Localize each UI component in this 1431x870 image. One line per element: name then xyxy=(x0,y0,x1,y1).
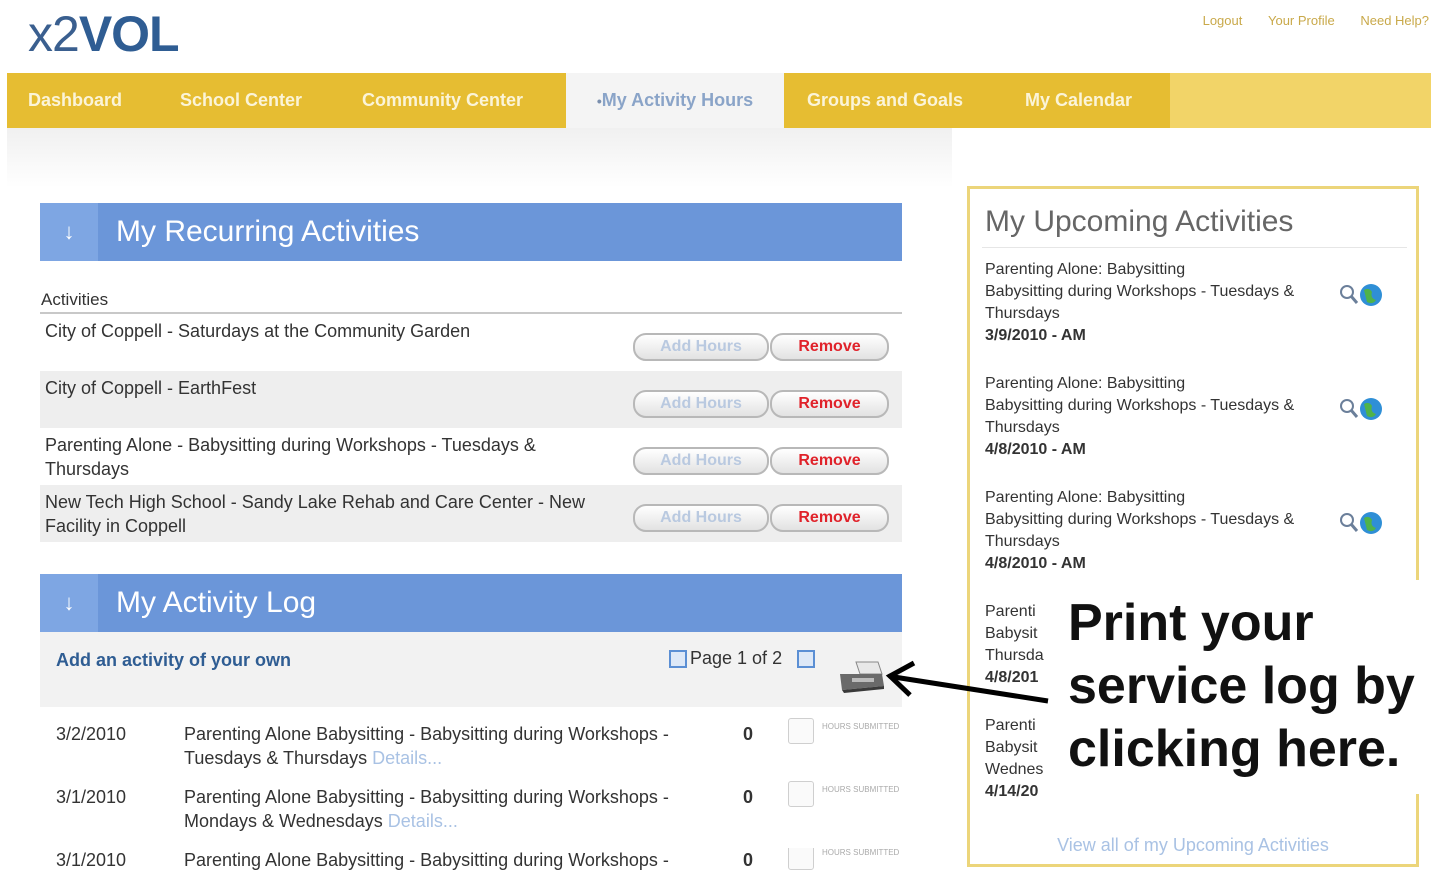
recurring-row: City of Coppell - EarthFest Add Hours Re… xyxy=(40,371,902,428)
callout-line: service log by xyxy=(1068,657,1415,715)
hours-submitted-label: HOURS SUBMITTED xyxy=(822,785,900,794)
hours-submitted-label: HOURS SUBMITTED xyxy=(822,848,900,857)
recurring-row: City of Coppell - Saturdays at the Commu… xyxy=(40,314,902,371)
callout-line: clicking here. xyxy=(1068,720,1401,778)
log-hours: 0 xyxy=(743,850,754,870)
top-links: Logout Your Profile Need Help? xyxy=(1181,13,1429,28)
add-hours-button[interactable]: Add Hours xyxy=(633,447,769,475)
details-link[interactable]: Details... xyxy=(388,811,458,831)
recurring-row: Parenting Alone - Babysitting during Wor… xyxy=(40,428,902,485)
nav-active-label: My Activity Hours xyxy=(601,90,754,110)
upcoming-org: Parenting Alone: Babysitting xyxy=(985,489,1186,506)
log-row: 3/1/2010 Parenting Alone Babysitting - B… xyxy=(40,781,902,848)
log-date: 3/2/2010 xyxy=(56,724,127,744)
upcoming-date: 4/8/2010 - AM xyxy=(985,441,1086,458)
need-help-link[interactable]: Need Help? xyxy=(1360,13,1429,28)
hours-submitted-checkbox[interactable] xyxy=(788,848,814,870)
upcoming-date: 3/9/2010 - AM xyxy=(985,327,1086,344)
next-page-icon[interactable] xyxy=(797,650,815,668)
log-row: 3/2/2010 Parenting Alone Babysitting - B… xyxy=(40,718,902,785)
remove-button[interactable]: Remove xyxy=(770,504,889,532)
recurring-header: ↓ My Recurring Activities xyxy=(40,203,902,261)
nav-filler xyxy=(1170,73,1431,128)
remove-button[interactable]: Remove xyxy=(770,390,889,418)
prev-page-icon[interactable] xyxy=(669,650,687,668)
add-own-activity-link[interactable]: Add an activity of your own xyxy=(56,650,291,671)
hours-submitted-checkbox[interactable] xyxy=(788,718,814,744)
page-indicator: Page 1 of 2 xyxy=(690,648,783,668)
activity-log-toolbar: Add an activity of your own Page 1 of 2 xyxy=(40,632,902,707)
add-hours-button[interactable]: Add Hours xyxy=(633,504,769,532)
log-description: Parenting Alone Babysitting - Babysittin… xyxy=(184,785,724,833)
hours-submitted-checkbox[interactable] xyxy=(788,781,814,807)
view-all-upcoming-link[interactable]: View all of my Upcoming Activities xyxy=(967,835,1419,856)
activity-icons xyxy=(1337,281,1385,309)
log-date: 3/1/2010 xyxy=(56,850,127,870)
log-row: 3/1/2010 Parenting Alone Babysitting - B… xyxy=(40,848,902,870)
activity-log-header: ↓ My Activity Log xyxy=(40,574,902,632)
log-description-text: Parenting Alone Babysitting - Babysittin… xyxy=(184,850,669,870)
logout-link[interactable]: Logout xyxy=(1203,13,1243,28)
activities-column-header: Activities xyxy=(41,290,109,309)
recurring-title: My Recurring Activities xyxy=(116,215,420,248)
log-description: Parenting Alone Babysitting - Babysittin… xyxy=(184,722,724,770)
recurring-activity-name: City of Coppell - Saturdays at the Commu… xyxy=(45,321,471,341)
log-date: 3/1/2010 xyxy=(56,787,127,807)
remove-button[interactable]: Remove xyxy=(770,333,889,361)
callout-arrow-icon xyxy=(885,660,1049,704)
activity-icons xyxy=(1337,395,1385,423)
log-hours: 0 xyxy=(743,724,754,744)
recurring-activity-name: Parenting Alone - Babysitting during Wor… xyxy=(45,435,536,479)
logo-brand: VOL xyxy=(78,6,180,62)
nav-school-center[interactable]: School Center xyxy=(180,73,302,128)
log-hours: 0 xyxy=(743,787,754,807)
print-callout: Print your service log by clicking here. xyxy=(1068,592,1428,781)
nav-groups-and-goals[interactable]: Groups and Goals xyxy=(807,73,963,128)
recurring-activity-name: City of Coppell - EarthFest xyxy=(45,378,257,398)
details-link[interactable]: Details... xyxy=(372,748,442,768)
add-hours-button[interactable]: Add Hours xyxy=(633,333,769,361)
your-profile-link[interactable]: Your Profile xyxy=(1268,13,1335,28)
callout-line: Print your xyxy=(1068,594,1314,652)
remove-button[interactable]: Remove xyxy=(770,447,889,475)
nav-dashboard[interactable]: Dashboard xyxy=(28,73,122,128)
activity-log-title: My Activity Log xyxy=(116,586,317,619)
nav-community-center[interactable]: Community Center xyxy=(362,73,523,128)
upcoming-date: 4/8/2010 - AM xyxy=(985,555,1086,572)
logo-prefix: x2 xyxy=(28,6,80,62)
upcoming-item[interactable]: Parenting Alone: Babysitting Babysitting… xyxy=(985,259,1405,347)
upcoming-item[interactable]: Parenting Alone: Babysitting Babysitting… xyxy=(985,373,1405,461)
upcoming-item[interactable]: Parenting Alone: Babysitting Babysitting… xyxy=(985,487,1405,575)
hours-submitted-label: HOURS SUBMITTED xyxy=(822,722,900,731)
nav-my-calendar[interactable]: My Calendar xyxy=(1025,73,1132,128)
recurring-activity-name: New Tech High School - Sandy Lake Rehab … xyxy=(45,492,585,536)
upcoming-org: Parenting Alone: Babysitting xyxy=(985,375,1186,392)
x2vol-logo[interactable]: x2VOL xyxy=(28,4,180,64)
collapse-chevron-icon[interactable]: ↓ xyxy=(40,203,98,261)
add-hours-button[interactable]: Add Hours xyxy=(633,390,769,418)
activity-icons xyxy=(1337,509,1385,537)
upcoming-divider xyxy=(982,247,1407,248)
log-description: Parenting Alone Babysitting - Babysittin… xyxy=(184,848,724,870)
upcoming-org: Parenting Alone: Babysitting xyxy=(985,261,1186,278)
content-shade xyxy=(7,128,952,188)
nav-my-activity-hours[interactable]: •My Activity Hours xyxy=(566,73,784,131)
upcoming-title: My Upcoming Activities xyxy=(985,205,1294,238)
recurring-row: New Tech High School - Sandy Lake Rehab … xyxy=(40,485,902,542)
collapse-chevron-icon[interactable]: ↓ xyxy=(40,574,98,632)
